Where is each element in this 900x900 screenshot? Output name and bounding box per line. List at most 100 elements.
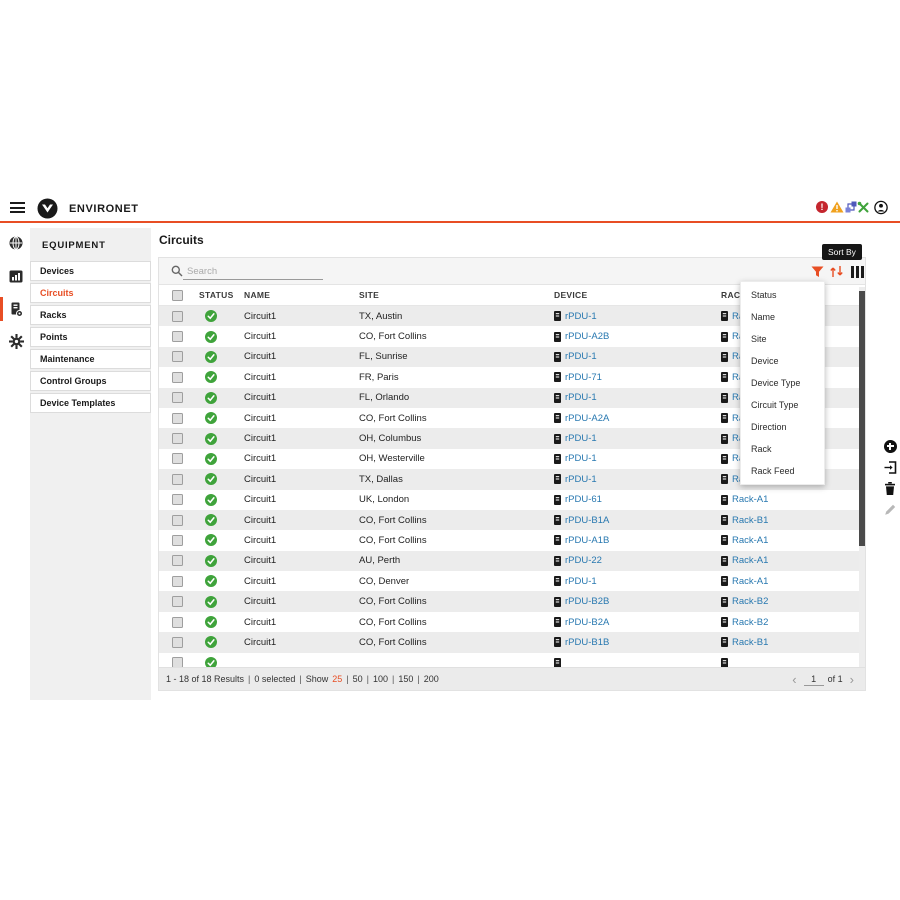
device-link[interactable]: rPDU-B1A [565,515,609,526]
device-link[interactable]: rPDU-B2B [565,596,609,607]
table-scrollbar-thumb[interactable] [859,291,865,546]
edit-icon[interactable] [882,501,898,517]
page-size-100[interactable]: 100 [373,674,388,684]
device-link[interactable]: rPDU-A2B [565,331,609,342]
rack-link[interactable]: Rack-B2 [732,617,768,628]
device-link[interactable]: rPDU-61 [565,494,602,505]
page-number-input[interactable] [804,673,824,686]
sidebar-item-control-groups[interactable]: Control Groups [30,371,151,391]
row-checkbox[interactable] [172,392,183,403]
equipment-icon[interactable] [8,301,24,317]
globe-icon[interactable] [8,235,24,251]
delete-icon[interactable] [882,480,898,496]
settings-gear-icon[interactable] [8,333,24,349]
sort-option-site[interactable]: Site [741,328,824,350]
page-size-200[interactable]: 200 [424,674,439,684]
add-icon[interactable] [882,438,898,454]
table-row[interactable] [159,653,865,667]
device-link[interactable]: rPDU-1 [565,576,597,587]
table-row[interactable]: Circuit1CO, Fort CollinsrPDU-B2ARack-B2 [159,612,865,632]
row-checkbox[interactable] [172,637,183,648]
device-link[interactable]: rPDU-B2A [565,617,609,628]
device-link[interactable]: rPDU-1 [565,433,597,444]
export-icon[interactable] [882,459,898,475]
rack-link[interactable]: Rack-B1 [732,637,768,648]
sort-option-circuit-type[interactable]: Circuit Type [741,394,824,416]
column-header-status[interactable]: STATUS [199,285,234,305]
dashboard-chart-icon[interactable] [8,268,24,284]
hamburger-menu-icon[interactable] [10,202,26,215]
table-row[interactable]: Circuit1UK, LondonrPDU-61Rack-A1 [159,490,865,510]
page-size-50[interactable]: 50 [353,674,363,684]
prev-page-icon[interactable]: ‹ [789,672,799,687]
rack-link[interactable]: Rack-A1 [732,555,768,566]
next-page-icon[interactable]: › [847,672,857,687]
table-row[interactable]: Circuit1CO, Fort CollinsrPDU-A1BRack-A1 [159,530,865,550]
row-checkbox[interactable] [172,413,183,424]
row-checkbox[interactable] [172,657,183,667]
row-checkbox[interactable] [172,494,183,505]
sort-icon[interactable] [828,264,844,279]
page-size-150[interactable]: 150 [398,674,413,684]
table-row[interactable]: Circuit1CO, Fort CollinsrPDU-B2BRack-B2 [159,591,865,611]
row-checkbox[interactable] [172,311,183,322]
device-link[interactable]: rPDU-B1B [565,637,609,648]
row-checkbox[interactable] [172,576,183,587]
columns-icon[interactable] [849,264,865,279]
rack-link[interactable]: Rack-A1 [732,576,768,587]
maintenance-tools-icon[interactable] [856,200,870,214]
sidebar-item-circuits[interactable]: Circuits [30,283,151,303]
table-row[interactable]: Circuit1CO, Fort CollinsrPDU-B1BRack-B1 [159,632,865,652]
sidebar-item-maintenance[interactable]: Maintenance [30,349,151,369]
table-row[interactable]: Circuit1AU, PerthrPDU-22Rack-A1 [159,551,865,571]
table-row[interactable]: Circuit1CO, Fort CollinsrPDU-B1ARack-B1 [159,510,865,530]
sort-option-name[interactable]: Name [741,306,824,328]
sort-option-direction[interactable]: Direction [741,416,824,438]
device-link[interactable]: rPDU-A2A [565,413,609,424]
row-checkbox[interactable] [172,617,183,628]
sidebar-item-device-templates[interactable]: Device Templates [30,393,151,413]
row-checkbox[interactable] [172,535,183,546]
device-link[interactable]: rPDU-1 [565,351,597,362]
sort-option-device-type[interactable]: Device Type [741,372,824,394]
device-link[interactable]: rPDU-A1B [565,535,609,546]
sidebar-item-points[interactable]: Points [30,327,151,347]
device-link[interactable]: rPDU-1 [565,311,597,322]
row-checkbox[interactable] [172,433,183,444]
table-row[interactable]: Circuit1CO, DenverrPDU-1Rack-A1 [159,571,865,591]
sort-option-rack[interactable]: Rack [741,438,824,460]
sidebar-item-devices[interactable]: Devices [30,261,151,281]
device-link[interactable]: rPDU-1 [565,474,597,485]
select-all-checkbox[interactable] [172,285,183,305]
sort-option-device[interactable]: Device [741,350,824,372]
device-link[interactable]: rPDU-1 [565,392,597,403]
row-checkbox[interactable] [172,372,183,383]
sort-option-rack-feed[interactable]: Rack Feed [741,460,824,482]
alert-icon[interactable]: ! [815,200,829,214]
row-checkbox[interactable] [172,555,183,566]
user-account-icon[interactable] [874,200,888,214]
page-size-25[interactable]: 25 [332,674,342,684]
circuit-name: Circuit1 [244,428,276,448]
filter-icon[interactable] [809,264,825,279]
row-checkbox[interactable] [172,515,183,526]
rack-link[interactable]: Rack-B2 [732,596,768,607]
device-link[interactable]: rPDU-71 [565,372,602,383]
sort-option-status[interactable]: Status [741,284,824,306]
row-checkbox[interactable] [172,596,183,607]
column-header-site[interactable]: SITE [359,285,379,305]
warning-icon[interactable] [830,200,844,214]
device-link[interactable]: rPDU-1 [565,453,597,464]
device-link[interactable]: rPDU-22 [565,555,602,566]
rack-link[interactable]: Rack-A1 [732,535,768,546]
column-header-name[interactable]: NAME [244,285,270,305]
row-checkbox[interactable] [172,351,183,362]
row-checkbox[interactable] [172,453,183,464]
row-checkbox[interactable] [172,474,183,485]
rack-link[interactable]: Rack-B1 [732,515,768,526]
sidebar-item-racks[interactable]: Racks [30,305,151,325]
row-checkbox[interactable] [172,331,183,342]
search-input[interactable] [183,264,323,280]
column-header-device[interactable]: DEVICE [554,285,587,305]
rack-link[interactable]: Rack-A1 [732,494,768,505]
